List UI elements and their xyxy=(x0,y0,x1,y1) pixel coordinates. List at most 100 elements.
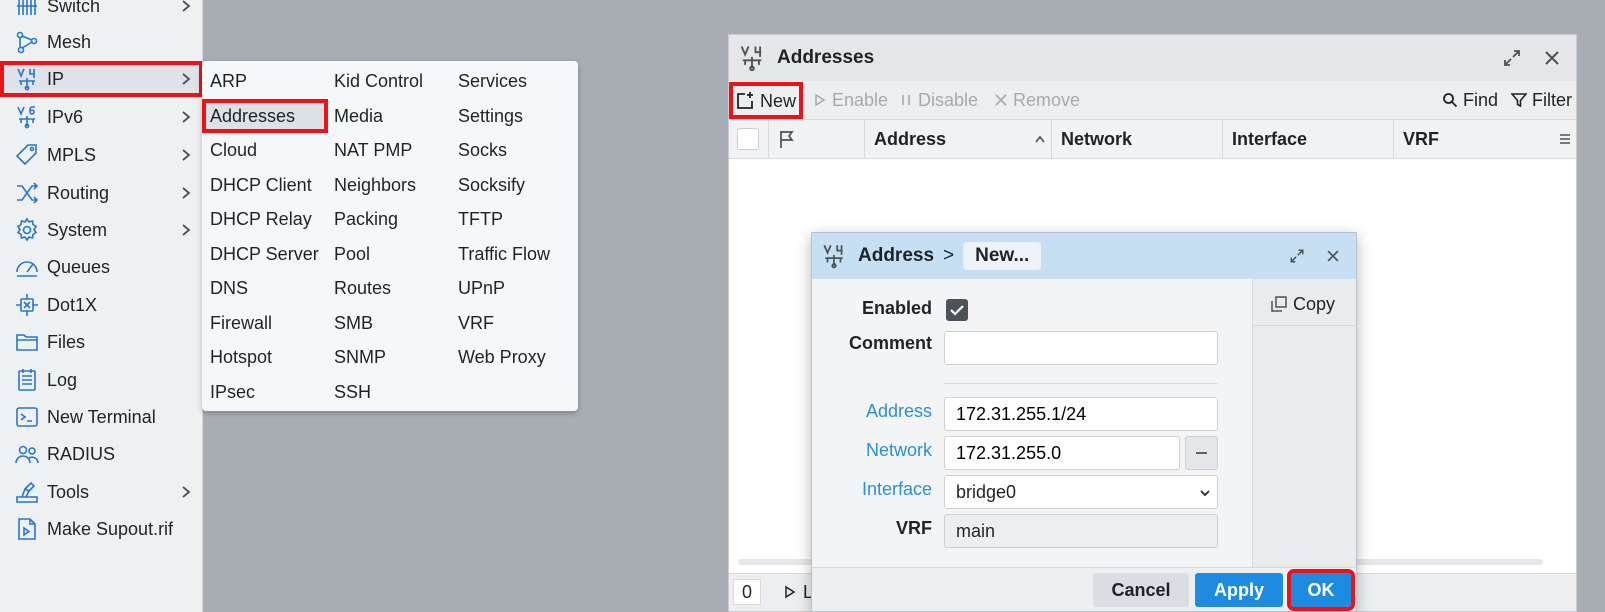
sidebar-item-tools[interactable]: Tools xyxy=(0,474,202,510)
sidebar-item-ipv6[interactable]: IPv6 xyxy=(0,99,202,135)
vrf-label: VRF xyxy=(896,518,932,538)
submenu-item-hotspot[interactable]: Hotspot xyxy=(202,343,272,371)
dialog-form: Enabled Comment Address Network Interfac… xyxy=(812,279,1252,569)
sidebar-item-mesh[interactable]: Mesh xyxy=(0,24,202,60)
new-button[interactable]: New xyxy=(728,82,804,119)
column-interface-label: Interface xyxy=(1232,129,1308,149)
sidebar-item-log[interactable]: Log xyxy=(0,362,202,398)
form-divider xyxy=(944,383,1218,384)
submenu-item-nat-pmp[interactable]: NAT PMP xyxy=(326,136,412,164)
submenu-item-addresses[interactable]: Addresses xyxy=(202,99,328,133)
submenu-item-routes[interactable]: Routes xyxy=(326,274,391,302)
ipv4-icon xyxy=(823,244,843,269)
filter-button[interactable]: Filter xyxy=(1511,81,1572,119)
submenu-item-pool[interactable]: Pool xyxy=(326,240,370,268)
address-field[interactable] xyxy=(944,397,1218,431)
address-label: Address xyxy=(865,401,932,421)
sidebar-item-label: Routing xyxy=(47,182,110,203)
remove-network-button[interactable] xyxy=(1185,436,1218,470)
flags-column[interactable] xyxy=(769,120,865,158)
network-field[interactable] xyxy=(944,436,1180,470)
restore-window-icon[interactable] xyxy=(1288,247,1306,265)
submenu-item-ipsec[interactable]: IPsec xyxy=(202,378,255,406)
item-count: 0 xyxy=(733,579,761,605)
sidebar-item-dot1x[interactable]: Dot1X xyxy=(0,287,202,323)
find-button[interactable]: Find xyxy=(1442,81,1498,119)
enabled-label: Enabled xyxy=(861,298,932,318)
submenu-item-arp[interactable]: ARP xyxy=(202,67,247,95)
submenu-item-socks[interactable]: Socks xyxy=(450,136,507,164)
toolbar: New Enable Disable Remove Find Filter xyxy=(728,81,1576,119)
submenu-item-dhcp-client[interactable]: DHCP Client xyxy=(202,171,312,199)
submenu-item-web-proxy[interactable]: Web Proxy xyxy=(450,343,546,371)
submenu-item-kid-control[interactable]: Kid Control xyxy=(326,67,423,95)
sidebar-item-label: Files xyxy=(47,331,86,352)
sort-ascending-icon xyxy=(1035,135,1045,143)
sidebar-item-label: IPv6 xyxy=(47,106,84,127)
restore-window-icon[interactable] xyxy=(1501,47,1523,69)
cancel-button[interactable]: Cancel xyxy=(1093,573,1189,607)
interface-select[interactable]: bridge0 xyxy=(944,475,1218,509)
ipv4-icon xyxy=(13,65,41,93)
submenu-item-media[interactable]: Media xyxy=(326,102,383,130)
sidebar-item-label: System xyxy=(47,219,108,240)
interface-label: Interface xyxy=(861,479,932,499)
column-network[interactable]: Network xyxy=(1052,120,1223,158)
submenu-item-firewall[interactable]: Firewall xyxy=(202,309,272,337)
close-icon[interactable] xyxy=(1541,47,1563,69)
copy-button[interactable]: Copy xyxy=(1271,291,1335,317)
submenu-item-traffic-flow[interactable]: Traffic Flow xyxy=(450,240,550,268)
comment-field[interactable] xyxy=(944,331,1218,365)
close-icon[interactable] xyxy=(1324,247,1342,265)
enable-button[interactable]: Enable xyxy=(813,81,888,119)
search-icon xyxy=(1443,93,1458,108)
column-menu-icon[interactable] xyxy=(1558,132,1572,146)
submenu-item-vrf[interactable]: VRF xyxy=(450,309,494,337)
sidebar-item-radius[interactable]: RADIUS xyxy=(0,436,202,472)
status-play-button[interactable]: L xyxy=(783,574,813,610)
disable-button[interactable]: Disable xyxy=(899,81,978,119)
submenu-item-settings[interactable]: Settings xyxy=(450,102,523,130)
comment-label: Comment xyxy=(848,333,932,353)
column-interface[interactable]: Interface xyxy=(1223,120,1394,158)
chevron-right-icon xyxy=(182,0,191,12)
submenu-item-services[interactable]: Services xyxy=(450,67,527,95)
copy-label: Copy xyxy=(1293,293,1336,314)
breadcrumb-root[interactable]: Address xyxy=(858,245,934,267)
ok-button[interactable]: OK xyxy=(1287,569,1355,611)
vrf-field[interactable]: main xyxy=(944,514,1218,548)
sidebar-item-ip[interactable]: IP xyxy=(0,61,202,97)
submenu-item-dns[interactable]: DNS xyxy=(202,274,248,302)
submenu-item-socksify[interactable]: Socksify xyxy=(450,171,525,199)
submenu-item-tftp[interactable]: TFTP xyxy=(450,205,503,233)
apply-button[interactable]: Apply xyxy=(1195,573,1283,607)
submenu-item-dhcp-relay[interactable]: DHCP Relay xyxy=(202,205,312,233)
sidebar-item-system[interactable]: System xyxy=(0,212,202,248)
dialog-titlebar[interactable]: Address > New... xyxy=(812,233,1356,279)
breadcrumb-current: New... xyxy=(963,242,1042,270)
sidebar-item-new-terminal[interactable]: New Terminal xyxy=(0,399,202,435)
submenu-item-cloud[interactable]: Cloud xyxy=(202,136,257,164)
submenu-item-snmp[interactable]: SNMP xyxy=(326,343,386,371)
sidebar-item-mpls[interactable]: MPLS xyxy=(0,137,202,173)
remove-label: Remove xyxy=(1013,90,1081,110)
submenu-item-smb[interactable]: SMB xyxy=(326,309,373,337)
sidebar-item-routing[interactable]: Routing xyxy=(0,175,202,211)
column-address[interactable]: Address xyxy=(865,120,1052,158)
check-icon xyxy=(950,305,964,316)
sidebar-item-make-supout[interactable]: Make Supout.rif xyxy=(0,511,202,547)
submenu-item-dhcp-server[interactable]: DHCP Server xyxy=(202,240,319,268)
sidebar-item-queues[interactable]: Queues xyxy=(0,249,202,285)
enabled-checkbox[interactable] xyxy=(946,299,968,321)
sidebar-item-switch[interactable]: Switch xyxy=(0,0,202,24)
submenu-item-upnp[interactable]: UPnP xyxy=(450,274,505,302)
submenu-item-ssh[interactable]: SSH xyxy=(326,378,371,406)
select-all-checkbox[interactable] xyxy=(737,128,759,150)
remove-button[interactable]: Remove xyxy=(994,81,1080,119)
sidebar-item-files[interactable]: Files xyxy=(0,324,202,360)
submenu-item-packing[interactable]: Packing xyxy=(326,205,398,233)
submenu-item-neighbors[interactable]: Neighbors xyxy=(326,171,416,199)
window-titlebar[interactable]: Addresses xyxy=(729,35,1576,81)
sidebar-item-label: Switch xyxy=(47,0,101,16)
column-vrf[interactable]: VRF xyxy=(1394,120,1576,158)
